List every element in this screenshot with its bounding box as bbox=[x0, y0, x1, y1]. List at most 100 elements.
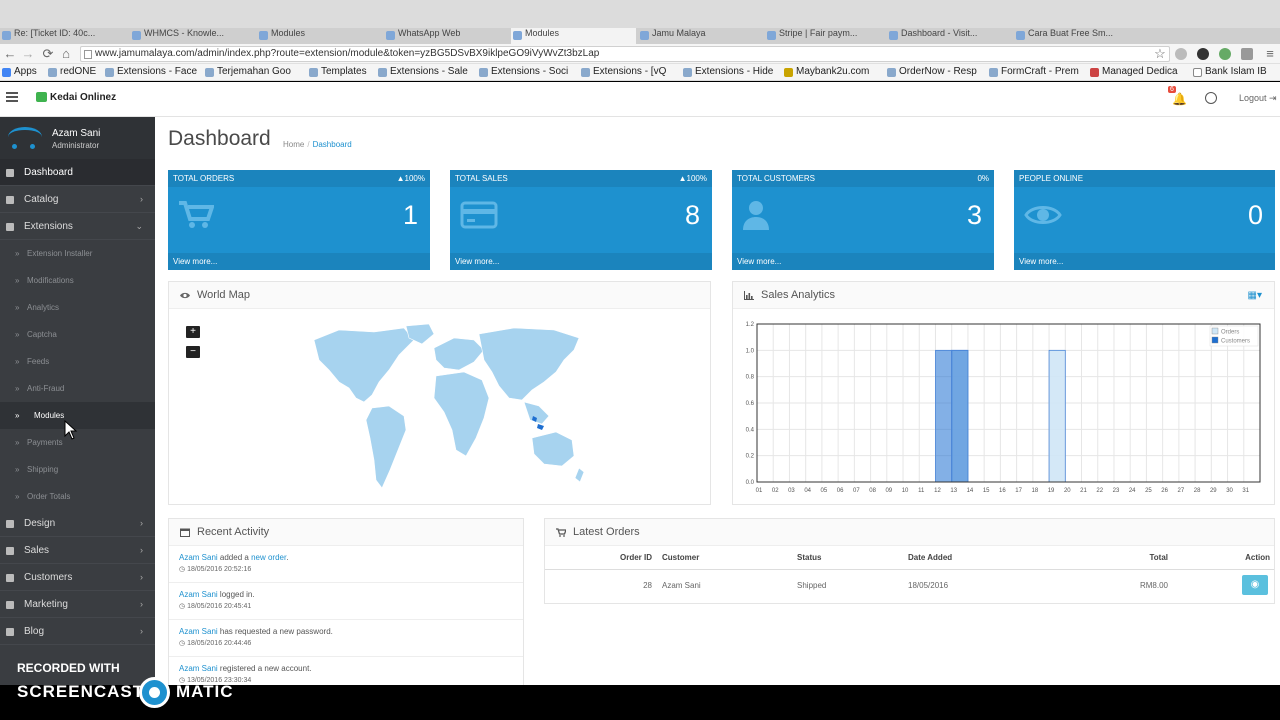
browser-tab[interactable]: WhatsApp Web bbox=[384, 28, 509, 44]
tab-title: Re: [Ticket ID: 40c... bbox=[14, 28, 96, 38]
browser-tab-active[interactable]: Modules bbox=[511, 28, 636, 44]
clock-icon: ◷ bbox=[179, 640, 186, 647]
bookmark-star-icon[interactable]: ☆ bbox=[1152, 46, 1168, 62]
sidebar-item-extensions[interactable]: Extensions ⌄ bbox=[0, 213, 155, 240]
world-map[interactable] bbox=[294, 320, 594, 495]
notification-bell-icon[interactable]: 🔔 6 bbox=[1168, 86, 1187, 106]
bookmark[interactable]: Managed Dedica bbox=[1090, 66, 1178, 77]
home-icon[interactable]: ⌂ bbox=[58, 46, 74, 62]
browser-tab[interactable]: Jamu Malaya bbox=[638, 28, 763, 44]
bookmark[interactable]: Templates bbox=[309, 66, 367, 77]
sidebar-item-dashboard[interactable]: Dashboard bbox=[0, 159, 155, 186]
hamburger-menu-icon[interactable] bbox=[6, 92, 18, 104]
logout-link[interactable]: Logout ⇥ bbox=[1239, 93, 1277, 104]
double-chevron-icon: » bbox=[15, 492, 20, 501]
map-southeast-asia bbox=[523, 401, 550, 425]
bookmark-label: OrderNow - Resp bbox=[899, 66, 977, 77]
activity-order-link[interactable]: new order bbox=[251, 553, 286, 562]
bookmark-label: Apps bbox=[14, 66, 37, 77]
extension-icon[interactable] bbox=[1175, 48, 1187, 60]
sidebar-item-sales[interactable]: Sales › bbox=[0, 537, 155, 564]
store-logo[interactable]: Kedai Onlinez bbox=[36, 92, 116, 103]
column-header[interactable]: Order ID bbox=[545, 547, 662, 570]
chevron-right-icon: › bbox=[140, 572, 143, 582]
sidebar-item-blog[interactable]: Blog › bbox=[0, 618, 155, 645]
back-arrow-icon[interactable]: ← bbox=[2, 46, 18, 62]
tile-label: TOTAL ORDERS bbox=[168, 170, 430, 187]
sidebar-subitem-captcha[interactable]: » Captcha bbox=[0, 321, 155, 348]
view-order-button[interactable]: ◉ bbox=[1242, 575, 1268, 596]
calendar-dropdown-icon[interactable]: ▦▾ bbox=[1248, 290, 1262, 301]
map-south-america bbox=[365, 405, 407, 489]
sidebar-subitem-analytics[interactable]: » Analytics bbox=[0, 294, 155, 321]
extension-icon[interactable] bbox=[1197, 48, 1209, 60]
sidebar-item-design[interactable]: Design › bbox=[0, 510, 155, 537]
map-highlight-indonesia bbox=[537, 424, 544, 430]
extension-icon[interactable] bbox=[1241, 48, 1253, 60]
sidebar-item-customers[interactable]: Customers › bbox=[0, 564, 155, 591]
breadcrumb-current[interactable]: Dashboard bbox=[313, 140, 352, 149]
sidebar-subitem-order-totals[interactable]: » Order Totals bbox=[0, 483, 155, 510]
sidebar-item-label: Catalog bbox=[24, 194, 59, 205]
browser-tab[interactable]: WHMCS - Knowle... bbox=[130, 28, 255, 44]
user-name: Azam Sani bbox=[52, 128, 101, 139]
view-more-link[interactable]: View more... bbox=[168, 253, 430, 270]
browser-tab[interactable]: Modules bbox=[257, 28, 382, 44]
extension-icon[interactable] bbox=[1219, 48, 1231, 60]
tab-title: WHMCS - Knowle... bbox=[144, 28, 225, 38]
bookmark[interactable]: Extensions - Sale bbox=[378, 66, 468, 77]
sidebar-item-catalog[interactable]: Catalog › bbox=[0, 186, 155, 213]
bookmark-apps[interactable]: Apps bbox=[2, 66, 37, 77]
activity-actor-link[interactable]: Azam Sani bbox=[179, 627, 218, 636]
menu-icon[interactable]: ≡ bbox=[1262, 46, 1278, 62]
tile-percent: 0% bbox=[977, 174, 989, 183]
tab-title: WhatsApp Web bbox=[398, 28, 461, 38]
sidebar-subitem-feeds[interactable]: » Feeds bbox=[0, 348, 155, 375]
browser-tab[interactable]: Stripe | Fair paym... bbox=[765, 28, 885, 44]
bookmark-icon bbox=[784, 68, 793, 77]
browser-tab[interactable]: Dashboard - Visit... bbox=[887, 28, 1012, 44]
forward-arrow-icon[interactable]: → bbox=[20, 46, 36, 62]
column-header[interactable]: Date Added bbox=[908, 547, 1058, 570]
sidebar-subitem-anti-fraud[interactable]: » Anti-Fraud bbox=[0, 375, 155, 402]
bookmark[interactable]: OrderNow - Resp bbox=[887, 66, 977, 77]
bookmark[interactable]: Extensions - [vQ bbox=[581, 66, 666, 77]
column-header[interactable]: Total bbox=[1058, 547, 1168, 570]
sidebar-item-marketing[interactable]: Marketing › bbox=[0, 591, 155, 618]
column-header[interactable]: Status bbox=[797, 547, 908, 570]
view-more-link[interactable]: View more... bbox=[732, 253, 994, 270]
bookmark[interactable]: Terjemahan Goo bbox=[205, 66, 291, 77]
breadcrumb-home[interactable]: Home bbox=[283, 140, 304, 149]
reload-icon[interactable]: ⟳ bbox=[40, 46, 56, 62]
column-header[interactable]: Customer bbox=[662, 547, 797, 570]
clock-icon: ◷ bbox=[179, 603, 186, 610]
chart-x-tick-label: 21 bbox=[1080, 488, 1087, 494]
activity-item: Azam Sani added a new order. ◷ 18/05/201… bbox=[169, 546, 523, 583]
url-text: www.jamumalaya.com/admin/index.php?route… bbox=[95, 48, 600, 59]
bookmark[interactable]: redONE bbox=[48, 66, 96, 77]
panel-title: Recent Activity bbox=[197, 526, 270, 538]
activity-actor-link[interactable]: Azam Sani bbox=[179, 590, 218, 599]
user-profile[interactable]: Azam Sani Administrator bbox=[0, 117, 155, 159]
sidebar-subitem-shipping[interactable]: » Shipping bbox=[0, 456, 155, 483]
activity-timestamp: 18/05/2016 20:45:41 bbox=[187, 603, 252, 610]
bookmark[interactable]: Maybank2u.com bbox=[784, 66, 869, 77]
sidebar-subitem-extension-installer[interactable]: » Extension Installer bbox=[0, 240, 155, 267]
globe-icon[interactable] bbox=[1205, 92, 1217, 104]
view-more-link[interactable]: View more... bbox=[450, 253, 712, 270]
zoom-out-button[interactable]: − bbox=[186, 346, 200, 358]
chart-x-tick-label: 10 bbox=[902, 488, 909, 494]
bookmark[interactable]: Extensions - Face bbox=[105, 66, 197, 77]
sidebar-subitem-modifications[interactable]: » Modifications bbox=[0, 267, 155, 294]
double-chevron-icon: » bbox=[15, 276, 20, 285]
browser-tab[interactable]: Cara Buat Free Sm... bbox=[1014, 28, 1139, 44]
bookmark[interactable]: Extensions - Hide bbox=[683, 66, 773, 77]
activity-actor-link[interactable]: Azam Sani bbox=[179, 553, 218, 562]
browser-tab[interactable]: Re: [Ticket ID: 40c... bbox=[0, 28, 128, 44]
bookmark[interactable]: Bank Islam IB bbox=[1193, 66, 1267, 77]
zoom-in-button[interactable]: + bbox=[186, 326, 200, 338]
url-input[interactable]: www.jamumalaya.com/admin/index.php?route… bbox=[80, 46, 1170, 62]
view-more-link[interactable]: View more... bbox=[1014, 253, 1275, 270]
bookmark[interactable]: Extensions - Soci bbox=[479, 66, 568, 77]
bookmark[interactable]: FormCraft - Prem bbox=[989, 66, 1079, 77]
